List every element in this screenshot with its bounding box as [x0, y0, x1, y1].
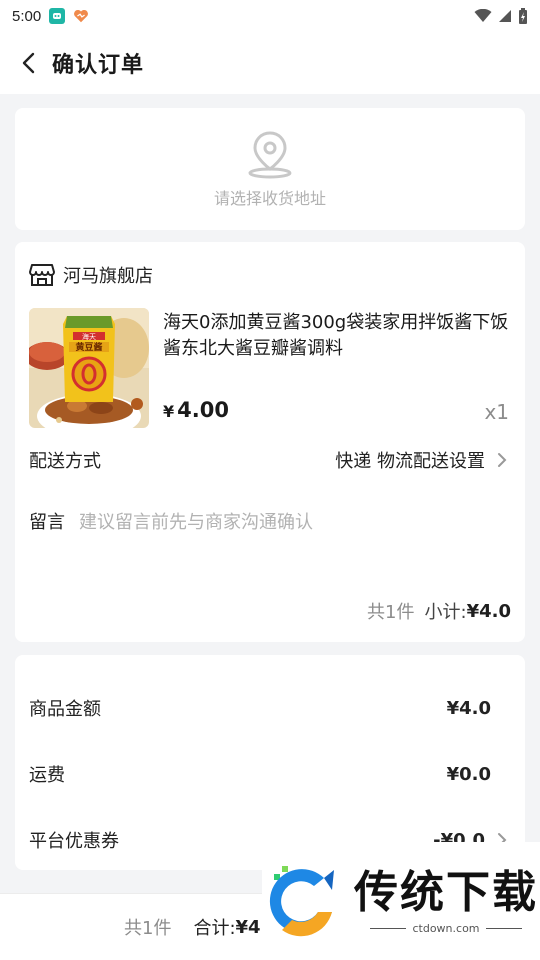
delivery-method-row[interactable]: 配送方式 快递 物流配送设置	[29, 447, 511, 473]
store-header[interactable]: 河马旗舰店	[29, 262, 153, 288]
store-name: 河马旗舰店	[63, 266, 153, 287]
location-pin-icon	[248, 131, 292, 179]
subtotal-row: 共1件 小计: ¥4.0	[29, 598, 511, 624]
status-bar: 5:00	[0, 0, 540, 32]
subtotal-label: 小计:	[424, 602, 467, 623]
product-quantity: x1	[484, 400, 509, 424]
back-arrow-icon	[22, 52, 35, 74]
status-icons	[474, 8, 528, 24]
shipping-fee-label: 运费	[29, 765, 65, 786]
item-count: 共1件	[367, 602, 415, 623]
page-title: 确认订单	[52, 53, 145, 78]
nav-bar: 确认订单	[0, 32, 540, 94]
message-input[interactable]: 建议留言前先与商家沟通确认	[79, 508, 313, 534]
status-time: 5:00	[12, 7, 42, 25]
product-image[interactable]: 海天 黄豆酱	[29, 308, 149, 428]
platform-coupon-label: 平台优惠券	[29, 831, 119, 852]
watermark-text: 传统下载 ctdown.com	[354, 866, 538, 935]
heart-notification-icon	[73, 8, 89, 24]
total-item-count: 共1件	[124, 918, 172, 939]
currency-symbol: ¥	[163, 402, 175, 421]
product-price: ¥4.00	[163, 398, 229, 422]
product-price-value: 4.00	[177, 398, 229, 422]
message-row: 留言 建议留言前先与商家沟通确认	[29, 508, 511, 534]
watermark-url: ctdown.com	[412, 921, 480, 935]
chevron-right-icon	[498, 453, 507, 467]
goods-amount-label: 商品金额	[29, 699, 101, 720]
product-brand-text: 海天	[82, 332, 96, 341]
watermark-url-row: ctdown.com	[364, 922, 527, 935]
product-package-text: 黄豆酱	[75, 341, 102, 353]
total-value: ¥4	[235, 916, 261, 938]
watermark-logo-icon	[269, 866, 334, 937]
wifi-icon	[474, 9, 492, 22]
address-selector[interactable]: 请选择收货地址	[15, 108, 525, 230]
delivery-value-group: 快递 物流配送设置	[335, 447, 511, 473]
signal-icon	[499, 10, 511, 22]
total-label: 合计:	[193, 918, 236, 939]
goods-amount-row: 商品金额 ¥4.0	[29, 695, 511, 721]
delivery-value: 快递 物流配送设置	[335, 451, 485, 472]
price-summary-card: 商品金额 ¥4.0 运费 ¥0.0 平台优惠券 -¥0.0	[15, 655, 525, 870]
goods-amount-value: ¥4.0	[446, 697, 491, 719]
shipping-fee-value: ¥0.0	[446, 763, 491, 785]
watermark: 传统下载 ctdown.com	[262, 842, 540, 960]
message-label: 留言	[29, 512, 65, 533]
watermark-title: 传统下载	[354, 866, 538, 918]
app-notification-icon	[49, 8, 66, 24]
store-icon	[29, 264, 55, 286]
shipping-fee-row: 运费 ¥0.0	[29, 761, 511, 787]
back-button[interactable]	[14, 49, 42, 77]
order-card: 河马旗舰店 海天 黄豆酱 海天0添加黄豆酱300g袋装家用拌饭酱下饭酱东北大酱豆…	[15, 242, 525, 642]
battery-icon	[519, 8, 527, 24]
subtotal-value: ¥4.0	[466, 600, 511, 622]
product-title[interactable]: 海天0添加黄豆酱300g袋装家用拌饭酱下饭酱东北大酱豆瓣酱调料	[163, 310, 521, 362]
address-placeholder: 请选择收货地址	[213, 189, 326, 208]
delivery-label: 配送方式	[29, 451, 101, 472]
